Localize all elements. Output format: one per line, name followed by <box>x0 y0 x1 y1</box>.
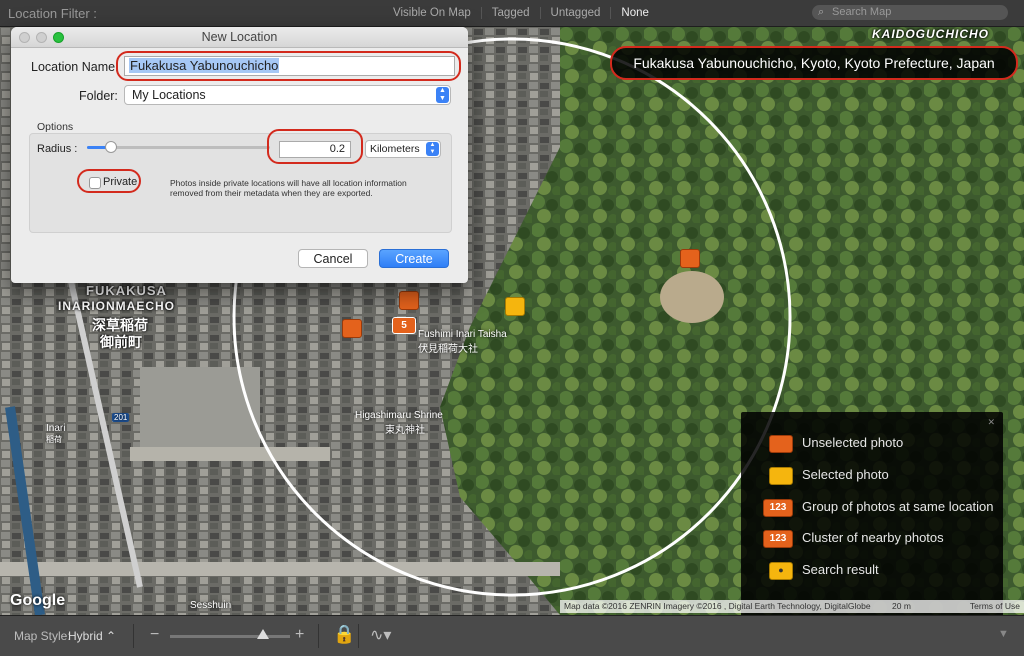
chevron-updown-icon: ▲ ▼ <box>426 142 439 156</box>
divider <box>358 624 359 648</box>
unit-select[interactable]: Kilometers ▲ ▼ <box>365 140 441 158</box>
map-toolbar: Map Style: Hybrid ⌃ − + 🔒 ∿▾ ▼ <box>0 615 1024 656</box>
new-location-dialog: New Location Location Name: Fukakusa Yab… <box>11 27 468 283</box>
photo-cluster-badge[interactable]: 5 <box>392 317 416 334</box>
folder-select[interactable]: My Locations ▲ ▼ <box>124 85 451 105</box>
zoom-slider-thumb[interactable] <box>257 629 269 639</box>
highlight-ring <box>77 169 141 193</box>
legend-label: Group of photos at same location <box>802 499 994 514</box>
legend-label: Cluster of nearby photos <box>802 530 944 545</box>
chevron-updown-icon: ▲ ▼ <box>436 87 449 103</box>
legend-label: Selected photo <box>802 467 889 482</box>
folder-value: My Locations <box>132 88 206 102</box>
location-address-banner: Fukakusa Yabunouchicho, Kyoto, Kyoto Pre… <box>610 46 1018 80</box>
search-result-icon: ● <box>769 562 793 580</box>
station-label-inari-kanji: 稲荷 <box>46 435 62 444</box>
map-style-select[interactable]: Hybrid ⌃ <box>68 629 116 643</box>
divider <box>133 624 134 648</box>
filter-tagged[interactable]: Tagged <box>480 7 540 19</box>
unselected-photo-marker[interactable] <box>342 319 362 338</box>
unit-value: Kilometers <box>370 143 420 155</box>
unselected-photo-marker[interactable] <box>399 291 419 310</box>
shrine-label-higashimaru: Higashimaru Shrine <box>355 410 443 421</box>
radius-slider-thumb[interactable] <box>105 141 117 153</box>
lock-icon[interactable]: 🔒 <box>333 624 355 645</box>
map-attribution: Map data ©2016 ZENRIN Imagery ©2016 , Di… <box>560 600 1024 613</box>
divider <box>318 624 319 648</box>
legend-item: ● Search result <box>741 559 1003 585</box>
private-note: Photos inside private locations will hav… <box>170 178 407 198</box>
map-style-label: Map Style: <box>14 629 71 643</box>
search-icon: ⌕ <box>818 6 825 18</box>
search-placeholder: Search Map <box>832 6 892 18</box>
map-style-value: Hybrid <box>68 629 103 643</box>
radius-label: Radius : <box>37 143 78 155</box>
location-name-label: Location Name: <box>31 60 119 74</box>
location-filter-title: Location Filter : <box>8 6 97 21</box>
folder-label: Folder: <box>79 89 118 103</box>
tracklog-icon[interactable]: ∿▾ <box>370 625 391 645</box>
google-logo: Google <box>10 592 66 609</box>
area-label-inarionmaecho: INARIONMAECHO <box>58 299 175 313</box>
highlight-ring <box>267 129 363 164</box>
legend-item: 123 Group of photos at same location <box>741 496 1003 522</box>
legend-item: Unselected photo <box>741 432 1003 458</box>
cluster-count-icon: 123 <box>763 530 793 548</box>
zoom-window-icon[interactable] <box>53 32 64 43</box>
search-map-input[interactable]: ⌕ Search Map <box>812 5 1008 20</box>
terms-of-use-link[interactable]: Terms of Use <box>970 600 1020 613</box>
filter-none[interactable]: None <box>610 7 659 19</box>
zoom-slider[interactable] <box>170 635 290 638</box>
place-label-sesshuin: Sesshuin <box>190 600 232 611</box>
dialog-title: New Location <box>201 30 278 44</box>
selected-photo-marker[interactable] <box>505 297 525 316</box>
yellow-pin-icon <box>769 467 793 485</box>
route-number-badge: 201 <box>112 413 130 422</box>
legend-close-icon[interactable]: ✕ <box>987 417 995 428</box>
area-label-kanji-2: 御前町 <box>100 334 142 350</box>
filter-untagged[interactable]: Untagged <box>539 7 611 19</box>
shrine-label-fushimi-kanji: 伏見稲荷大社 <box>418 344 478 355</box>
station-label-inari: Inari <box>46 423 66 434</box>
unselected-photo-marker[interactable] <box>680 249 700 268</box>
area-label-fukakusa: FUKAKUSA <box>86 283 167 298</box>
filter-visible-on-map[interactable]: Visible On Map <box>383 7 481 19</box>
shrine-label-higashimaru-kanji: 東丸神社 <box>385 425 425 436</box>
options-label: Options <box>37 121 74 133</box>
area-label-kaidoguchicho: KAIDOGUCHICHO <box>872 27 989 41</box>
location-filter-bar: Location Filter : Visible On Map Tagged … <box>0 0 1024 27</box>
group-count-icon: 123 <box>763 499 793 517</box>
toolbar-menu-chevron-icon[interactable]: ▼ <box>998 628 1009 640</box>
dialog-titlebar: New Location <box>11 27 468 48</box>
map-legend: ✕ Unselected photo Selected photo 123 Gr… <box>741 412 1003 615</box>
highlight-ring <box>116 51 461 81</box>
legend-item: Selected photo <box>741 464 1003 490</box>
create-button[interactable]: Create <box>379 249 449 268</box>
shrine-label-fushimi: Fushimi Inari Taisha <box>418 329 507 340</box>
zoom-out-icon[interactable]: − <box>150 626 159 644</box>
close-window-icon[interactable] <box>19 32 30 43</box>
zoom-in-icon[interactable]: + <box>295 626 304 644</box>
legend-label: Search result <box>802 562 879 577</box>
cancel-button[interactable]: Cancel <box>298 249 368 268</box>
legend-label: Unselected photo <box>802 435 904 450</box>
attribution-text: Map data ©2016 ZENRIN Imagery ©2016 , Di… <box>564 601 871 611</box>
filter-options: Visible On Map Tagged Untagged None <box>383 0 659 26</box>
orange-pin-icon <box>769 435 793 453</box>
minimize-window-icon[interactable] <box>36 32 47 43</box>
legend-item: 123 Cluster of nearby photos <box>741 527 1003 553</box>
map-scale: 20 m <box>892 601 911 611</box>
